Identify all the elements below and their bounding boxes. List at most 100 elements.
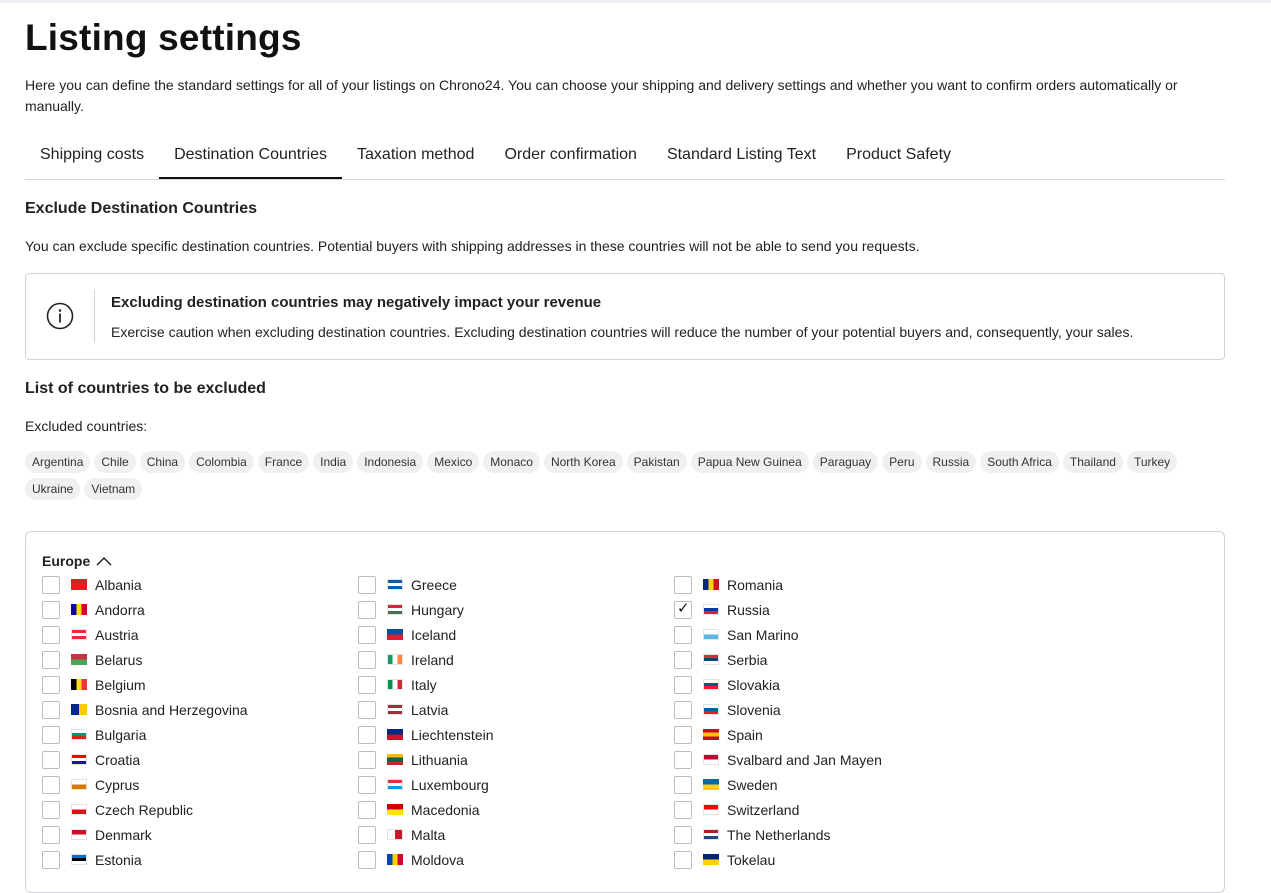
country-checkbox[interactable]	[42, 700, 60, 719]
country-checkbox[interactable]	[358, 675, 376, 694]
country-row-belgium: Belgium	[42, 672, 248, 697]
excluded-country-chip: India	[313, 451, 354, 473]
flag-san-marino-icon	[703, 629, 719, 640]
country-checkbox[interactable]	[42, 825, 60, 844]
country-row-greece: Greece	[358, 572, 494, 597]
flag-bosnia-and-herzegovina-icon	[71, 704, 87, 715]
excluded-country-chip: Vietnam	[84, 478, 143, 500]
excluded-country-chip: Argentina	[25, 451, 91, 473]
flag-luxembourg-icon	[387, 779, 403, 790]
country-row-san-marino: San Marino	[674, 622, 882, 647]
country-checkbox[interactable]	[42, 850, 60, 869]
country-checkbox[interactable]	[42, 650, 60, 669]
country-row-the-netherlands: The Netherlands	[674, 822, 882, 847]
tab-taxation-method[interactable]: Taxation method	[342, 138, 489, 178]
country-checkbox[interactable]	[358, 625, 376, 644]
flag-ireland-icon	[387, 654, 403, 665]
country-checkbox[interactable]	[358, 775, 376, 794]
country-checkbox[interactable]	[674, 700, 692, 719]
country-checkbox[interactable]	[674, 775, 692, 794]
flag-russia-icon	[703, 604, 719, 615]
country-name: Liechtenstein	[411, 726, 494, 743]
flag-malta-icon	[387, 829, 403, 840]
country-checkbox[interactable]	[674, 650, 692, 669]
country-checkbox[interactable]	[674, 575, 692, 594]
excluded-country-chip: Thailand	[1062, 451, 1123, 473]
country-row-albania: Albania	[42, 572, 248, 597]
excluded-country-chip: Chile	[94, 451, 136, 473]
country-name: Austria	[95, 626, 139, 643]
country-checkbox[interactable]	[674, 599, 692, 619]
tab-order-confirmation[interactable]: Order confirmation	[489, 138, 652, 178]
excluded-country-chip: Turkey	[1126, 451, 1178, 473]
country-name: Macedonia	[411, 801, 480, 818]
excluded-country-chip: Papua New Guinea	[690, 451, 809, 473]
country-row-bosnia-and-herzegovina: Bosnia and Herzegovina	[42, 697, 248, 722]
country-checkbox[interactable]	[42, 575, 60, 594]
alert-text: Exercise caution when excluding destinat…	[111, 324, 1134, 340]
country-selection-box: Europe Albania Andorra Austria Belarus Belgi…	[25, 531, 1225, 893]
country-row-malta: Malta	[358, 822, 494, 847]
flag-moldova-icon	[387, 854, 403, 865]
country-checkbox[interactable]	[358, 850, 376, 869]
country-checkbox[interactable]	[358, 800, 376, 819]
exclude-description: You can exclude specific destination cou…	[25, 238, 920, 254]
flag-bulgaria-icon	[71, 729, 87, 740]
country-row-liechtenstein: Liechtenstein	[358, 722, 494, 747]
country-checkbox[interactable]	[42, 750, 60, 769]
revenue-warning-alert: Excluding destination countries may nega…	[25, 273, 1225, 360]
tab-shipping-costs[interactable]: Shipping costs	[25, 138, 159, 178]
region-name: Europe	[42, 553, 91, 569]
country-checkbox[interactable]	[674, 825, 692, 844]
country-name: Luxembourg	[411, 776, 489, 793]
country-checkbox[interactable]	[358, 600, 376, 619]
country-checkbox[interactable]	[42, 725, 60, 744]
country-name: Malta	[411, 826, 446, 843]
country-row-belarus: Belarus	[42, 647, 248, 672]
country-checkbox[interactable]	[674, 800, 692, 819]
flag-switzerland-icon	[703, 804, 719, 815]
country-checkbox[interactable]	[674, 725, 692, 744]
country-name: Switzerland	[727, 801, 800, 818]
excluded-countries-label: Excluded countries:	[25, 418, 148, 434]
country-checkbox[interactable]	[42, 675, 60, 694]
country-checkbox[interactable]	[358, 825, 376, 844]
country-checkbox[interactable]	[358, 650, 376, 669]
country-row-macedonia: Macedonia	[358, 797, 494, 822]
country-column-2: Greece Hungary Iceland Ireland Italy Latvia Li…	[358, 572, 494, 872]
excluded-country-chip: Russia	[925, 451, 977, 473]
country-checkbox[interactable]	[674, 625, 692, 644]
tab-product-safety[interactable]: Product Safety	[831, 138, 966, 178]
country-name: Tokelau	[727, 851, 776, 868]
alert-title: Excluding destination countries may nega…	[111, 294, 602, 311]
country-name: San Marino	[727, 626, 799, 643]
country-name: Bulgaria	[95, 726, 147, 743]
page-title: Listing settings	[25, 17, 302, 58]
country-row-croatia: Croatia	[42, 747, 248, 772]
country-checkbox[interactable]	[42, 775, 60, 794]
tab-destination-countries[interactable]: Destination Countries	[159, 138, 343, 179]
country-name: Latvia	[411, 701, 449, 718]
country-checkbox[interactable]	[358, 700, 376, 719]
region-toggle-europe[interactable]: Europe	[42, 553, 112, 569]
country-checkbox[interactable]	[42, 800, 60, 819]
country-checkbox[interactable]	[674, 675, 692, 694]
country-checkbox[interactable]	[674, 850, 692, 869]
country-name: Czech Republic	[95, 801, 194, 818]
country-checkbox[interactable]	[42, 625, 60, 644]
country-checkbox[interactable]	[358, 575, 376, 594]
tab-standard-listing-text[interactable]: Standard Listing Text	[652, 138, 831, 178]
country-row-latvia: Latvia	[358, 697, 494, 722]
flag-croatia-icon	[71, 754, 87, 765]
country-name: The Netherlands	[727, 826, 831, 843]
info-icon	[46, 302, 74, 330]
country-checkbox[interactable]	[674, 750, 692, 769]
flag-hungary-icon	[387, 604, 403, 615]
country-row-moldova: Moldova	[358, 847, 494, 872]
country-checkbox[interactable]	[358, 750, 376, 769]
country-checkbox[interactable]	[42, 600, 60, 619]
flag-the-netherlands-icon	[703, 829, 719, 840]
country-checkbox[interactable]	[358, 725, 376, 744]
flag-slovakia-icon	[703, 679, 719, 690]
excluded-country-chips: Argentina Chile China Colombia France India In…	[25, 451, 1225, 500]
